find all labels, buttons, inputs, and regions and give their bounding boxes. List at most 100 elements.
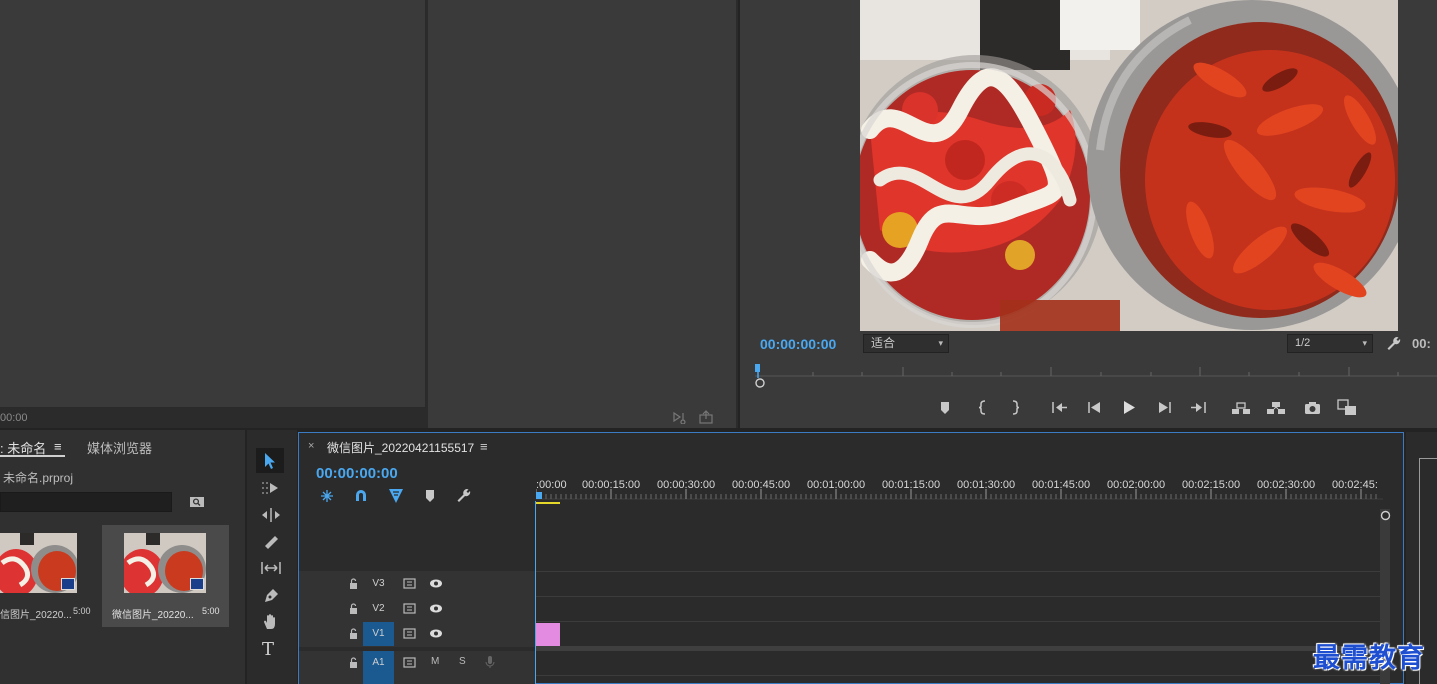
source-viewer-secondary — [428, 0, 736, 428]
program-time-ruler[interactable] — [755, 362, 1437, 390]
eye-icon[interactable] — [429, 628, 443, 639]
program-preview-image — [860, 0, 1398, 331]
nest-icon[interactable] — [319, 489, 335, 503]
chevron-down-icon: ▾ — [938, 338, 943, 348]
step-back-icon[interactable] — [1087, 400, 1103, 415]
lock-icon[interactable] — [349, 603, 358, 614]
selection-tool-icon[interactable] — [263, 452, 277, 470]
mark-out-icon[interactable] — [1009, 400, 1021, 415]
export-frame-icon[interactable] — [698, 410, 714, 424]
project-item-duration: 5:00 — [202, 606, 220, 616]
project-item-2[interactable]: 微信图片_20220... 5:00 — [102, 525, 229, 627]
solo-track-button[interactable]: S — [459, 656, 466, 667]
hand-tool-icon[interactable] — [262, 613, 280, 631]
playback-resolution-value: 1/2 — [1295, 337, 1311, 349]
track-label-v2[interactable]: V2 — [363, 597, 394, 621]
tools-panel: T — [247, 430, 297, 684]
lane-divider — [536, 621, 1381, 622]
tab-media-browser[interactable]: 媒体浏览器 — [87, 438, 152, 457]
lift-icon[interactable] — [1231, 400, 1251, 415]
program-duration-timecode: 00: — [1412, 336, 1431, 351]
track-select-tool-icon[interactable] — [261, 480, 281, 496]
lane-divider — [536, 571, 1381, 572]
lane-divider — [536, 596, 1381, 597]
pen-tool-icon[interactable] — [262, 587, 280, 605]
type-tool-icon[interactable]: T — [262, 639, 274, 660]
mute-track-button[interactable]: M — [431, 656, 439, 667]
playback-resolution-select[interactable]: 1/2 ▾ — [1287, 334, 1373, 353]
source-monitor-panel: 00:00 — [0, 0, 738, 428]
sync-lock-icon[interactable] — [403, 603, 416, 614]
project-file-name: 未命名.prproj — [3, 471, 74, 485]
step-forward-icon[interactable] — [1156, 400, 1172, 415]
source-timecode: 00:00 — [0, 412, 28, 424]
slip-tool-icon[interactable] — [260, 560, 282, 576]
program-timecode[interactable]: 00:00:00:00 — [760, 336, 836, 352]
timeline-panel: × 微信图片_20220421155517 ≡ 00:00:00:00 V3 V… — [298, 432, 1404, 684]
add-marker-icon[interactable] — [939, 401, 951, 415]
project-item-name: 微信图片_20220... — [112, 610, 194, 621]
ruler-label: 00:01:00:00 — [807, 479, 866, 491]
ruler-label: :00:00 — [536, 479, 567, 491]
ruler-label: 00:01:30:00 — [957, 479, 1016, 491]
sync-lock-icon[interactable] — [403, 628, 416, 639]
fit-zoom-select[interactable]: 适合 ▾ — [863, 334, 949, 353]
ripple-edit-tool-icon[interactable] — [261, 507, 281, 523]
extract-icon[interactable] — [1266, 400, 1286, 415]
ruler-label: 00:02:45: — [1332, 479, 1378, 491]
find-icon[interactable] — [189, 495, 205, 509]
panel-menu-icon[interactable]: ≡ — [480, 439, 488, 454]
video-audio-divider[interactable] — [536, 646, 1381, 651]
wrench-settings-icon[interactable] — [456, 488, 471, 503]
project-item-1[interactable]: 信图片_20220... 5:00 — [0, 525, 100, 627]
play-icon[interactable] — [1121, 400, 1137, 415]
image-badge-icon — [61, 578, 75, 590]
linked-selection-icon[interactable] — [388, 488, 404, 504]
lane-divider — [536, 675, 1381, 676]
lock-icon[interactable] — [349, 578, 358, 589]
eye-icon[interactable] — [429, 603, 443, 614]
ruler-label: 00:01:45:00 — [1032, 479, 1091, 491]
track-header-a1: A1 M S — [299, 651, 535, 675]
chevron-down-icon: ▾ — [1362, 338, 1367, 348]
lock-icon[interactable] — [349, 657, 358, 668]
go-to-in-icon[interactable] — [1051, 400, 1069, 415]
timeline-timecode[interactable]: 00:00:00:00 — [316, 465, 398, 482]
snap-magnet-icon[interactable] — [354, 489, 368, 503]
ruler-label: 00:02:00:00 — [1107, 479, 1166, 491]
track-label-a2-partial — [363, 675, 394, 684]
project-item-name: 信图片_20220... — [0, 610, 72, 621]
source-viewer — [0, 0, 426, 408]
mark-in-icon[interactable] — [977, 400, 989, 415]
compare-view-icon[interactable] — [1337, 399, 1357, 416]
track-label-v3[interactable]: V3 — [363, 572, 394, 596]
track-label-v1[interactable]: V1 — [363, 622, 394, 646]
ruler-label: 00:01:15:00 — [882, 479, 941, 491]
insert-audio-icon[interactable] — [672, 410, 688, 424]
razor-tool-icon[interactable] — [262, 533, 280, 549]
go-to-out-icon[interactable] — [1189, 400, 1207, 415]
panel-menu-icon[interactable]: ≡ — [54, 439, 62, 454]
track-header-v3: V3 — [299, 572, 535, 596]
image-badge-icon — [190, 578, 204, 590]
sync-lock-icon[interactable] — [403, 657, 416, 668]
playhead-line[interactable] — [535, 501, 536, 684]
ruler-label: 00:00:15:00 — [582, 479, 641, 491]
project-panel: : 未命名 ≡ 媒体浏览器 未命名.prproj 信图片_20220... 5:… — [0, 430, 245, 684]
microphone-icon[interactable] — [485, 655, 495, 669]
close-sequence-button[interactable]: × — [308, 440, 314, 452]
sync-lock-icon[interactable] — [403, 578, 416, 589]
lock-icon[interactable] — [349, 628, 358, 639]
eye-icon[interactable] — [429, 578, 443, 589]
sequence-tab[interactable]: 微信图片_20220421155517 — [327, 439, 474, 456]
add-marker-icon[interactable] — [424, 489, 436, 503]
camera-icon[interactable] — [1304, 400, 1321, 415]
track-label-a1[interactable]: A1 — [363, 651, 394, 675]
project-search-input[interactable] — [0, 492, 172, 512]
wrench-settings-icon[interactable] — [1386, 336, 1401, 351]
fit-zoom-value: 适合 — [871, 336, 896, 350]
project-item-duration: 5:00 — [73, 606, 91, 616]
scroll-handle-icon[interactable] — [1380, 510, 1391, 521]
timeline-clip-v1[interactable] — [536, 623, 560, 646]
watermark-logo: 最需教育 — [1313, 643, 1425, 674]
